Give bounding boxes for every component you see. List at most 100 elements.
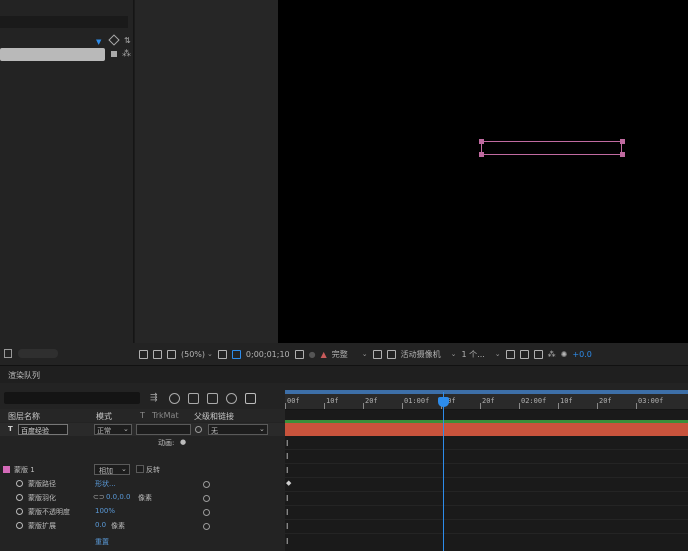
column-trkmat[interactable]: TrkMat	[152, 411, 179, 420]
column-parent[interactable]: 父级和链接	[194, 411, 234, 422]
fit-icon[interactable]	[217, 349, 227, 359]
add-animator-icon[interactable]: ●	[180, 438, 186, 446]
mask-opacity-value[interactable]: 100%	[95, 507, 115, 515]
mask-name[interactable]: 蒙版 1	[14, 465, 35, 475]
mask-path-row[interactable]: 蒙版路径 形状...	[0, 477, 285, 490]
comp-flowchart-icon[interactable]	[245, 392, 256, 404]
always-preview-icon[interactable]	[139, 349, 148, 359]
playhead-handle[interactable]	[438, 397, 449, 407]
current-time[interactable]: 0;00;01;10	[246, 350, 290, 359]
work-area-bar[interactable]	[285, 390, 688, 394]
gear-icon[interactable]: ✺	[561, 350, 568, 359]
pickwhip-icon[interactable]	[203, 495, 210, 502]
chevron-down-icon: ⌄	[123, 425, 129, 433]
color-wheel-icon[interactable]: ●	[309, 350, 316, 359]
views-dropdown[interactable]: 1 个... ⌄	[462, 349, 501, 360]
views-value: 1 个...	[461, 349, 485, 359]
transparency-grid-icon[interactable]	[231, 349, 241, 359]
shy-icon[interactable]	[169, 392, 180, 404]
mask-vertex-handle[interactable]	[620, 152, 625, 157]
chevron-down-icon: ⌄	[450, 350, 457, 358]
mask-vertex-handle[interactable]	[620, 139, 625, 144]
camera-dropdown[interactable]: 活动摄像机 ⌄	[401, 349, 457, 360]
layer-row[interactable]: T 百度经验 正常 ⌄ 无 ⌄	[0, 423, 285, 436]
playhead-line[interactable]	[443, 392, 444, 551]
layer-name-field[interactable]: 百度经验	[18, 424, 68, 435]
rgb-channel-icon[interactable]: ▲	[321, 350, 327, 359]
mask-expansion-value[interactable]: 0.0	[95, 521, 106, 529]
sort-icon[interactable]: ⇅	[124, 36, 131, 45]
mask-row[interactable]: 蒙版 1 相加 ⌄ 反转	[0, 463, 285, 476]
mask-opacity-row[interactable]: 蒙版不透明度 100%	[0, 505, 285, 518]
keyframe-icon[interactable]: ◆	[286, 479, 291, 487]
trash-icon[interactable]	[4, 349, 12, 358]
mask-visibility-icon[interactable]	[167, 349, 176, 359]
trkmat-dropdown[interactable]	[136, 424, 191, 435]
snapshot-icon[interactable]	[519, 349, 529, 359]
pickwhip-icon[interactable]	[203, 509, 210, 516]
link-icon[interactable]: ⊂⊃	[93, 493, 105, 501]
chevron-down-icon: ⌄	[494, 350, 501, 358]
ruler-tick	[558, 403, 559, 409]
mask-vertex-handle[interactable]	[479, 152, 484, 157]
mask-path-value[interactable]: 形状...	[95, 479, 116, 489]
flowchart-icon[interactable]: ⁂	[548, 350, 556, 359]
mode-dropdown[interactable]: 正常 ⌄	[94, 424, 132, 435]
project-bottom-bar	[0, 343, 135, 365]
draft-3d-icon[interactable]: ⇶	[150, 393, 161, 404]
pickwhip-icon[interactable]	[203, 523, 210, 530]
stopwatch-icon[interactable]	[16, 494, 23, 501]
chevron-down-icon[interactable]: ▼	[96, 38, 101, 46]
pickwhip-icon[interactable]	[203, 481, 210, 488]
zoom-dropdown[interactable]: (50%) ⌄	[181, 350, 213, 359]
layer-duration-bar[interactable]	[285, 423, 688, 436]
invert-checkbox[interactable]	[136, 465, 144, 473]
mask-vertex-handle[interactable]	[479, 139, 484, 144]
in-point-marker[interactable]: I	[286, 494, 289, 503]
composition-viewer[interactable]	[278, 0, 688, 343]
stopwatch-icon[interactable]	[16, 480, 23, 487]
in-point-marker[interactable]: I	[286, 452, 289, 461]
camera-icon[interactable]	[294, 349, 304, 359]
mask-shape-outline[interactable]	[481, 141, 622, 155]
reset-exposure-icon[interactable]	[505, 349, 515, 359]
transparency-toggle-icon[interactable]	[386, 349, 396, 359]
project-search-field[interactable]	[0, 48, 105, 61]
show-snapshot-icon[interactable]	[533, 349, 543, 359]
timeline-search-input[interactable]	[4, 392, 140, 404]
stopwatch-icon[interactable]	[16, 522, 23, 529]
exposure-value[interactable]: +0.0	[572, 350, 591, 359]
ruler-tick	[519, 403, 520, 409]
column-layer-name[interactable]: 图层名称	[8, 411, 40, 422]
reset-link[interactable]: 重置	[95, 537, 109, 547]
bit-depth-slider[interactable]	[18, 349, 58, 358]
tab-render-queue[interactable]: 渲染队列	[8, 370, 40, 381]
graph-editor-icon[interactable]	[226, 392, 237, 404]
mask-feather-label: 蒙版羽化	[28, 494, 56, 502]
pickwhip-icon[interactable]	[195, 426, 202, 433]
grid-icon[interactable]	[153, 349, 162, 359]
parent-dropdown[interactable]: 无 ⌄	[208, 424, 268, 435]
column-t[interactable]: T	[140, 411, 145, 420]
animate-label: 动画:	[158, 439, 175, 447]
in-point-marker[interactable]: I	[286, 537, 289, 546]
mask-mode-dropdown[interactable]: 相加 ⌄	[94, 464, 130, 475]
column-mode[interactable]: 模式	[96, 411, 112, 422]
mask-expansion-row[interactable]: 蒙版扩展 0.0 像素	[0, 519, 285, 532]
folder-icon[interactable]	[111, 51, 117, 57]
mask-mode-value: 相加	[99, 467, 113, 475]
frame-blend-icon[interactable]	[188, 392, 199, 404]
stopwatch-icon[interactable]	[16, 508, 23, 515]
mask-feather-value[interactable]: 0.0,0.0	[106, 493, 131, 501]
resolution-dropdown[interactable]: 完整 ⌄	[332, 349, 368, 360]
in-point-marker[interactable]: I	[286, 466, 289, 475]
motion-blur-icon[interactable]	[207, 392, 218, 404]
in-point-marker[interactable]: I	[286, 522, 289, 531]
chevron-down-icon: ⌄	[121, 465, 127, 473]
hierarchy-icon[interactable]: ⁂	[122, 49, 131, 59]
region-of-interest-icon[interactable]	[372, 349, 382, 359]
in-point-marker[interactable]: I	[286, 508, 289, 517]
mask-feather-row[interactable]: 蒙版羽化 ⊂⊃ 0.0,0.0 像素	[0, 491, 285, 504]
in-point-marker[interactable]: I	[286, 439, 289, 448]
mask-color-swatch[interactable]	[3, 466, 10, 473]
